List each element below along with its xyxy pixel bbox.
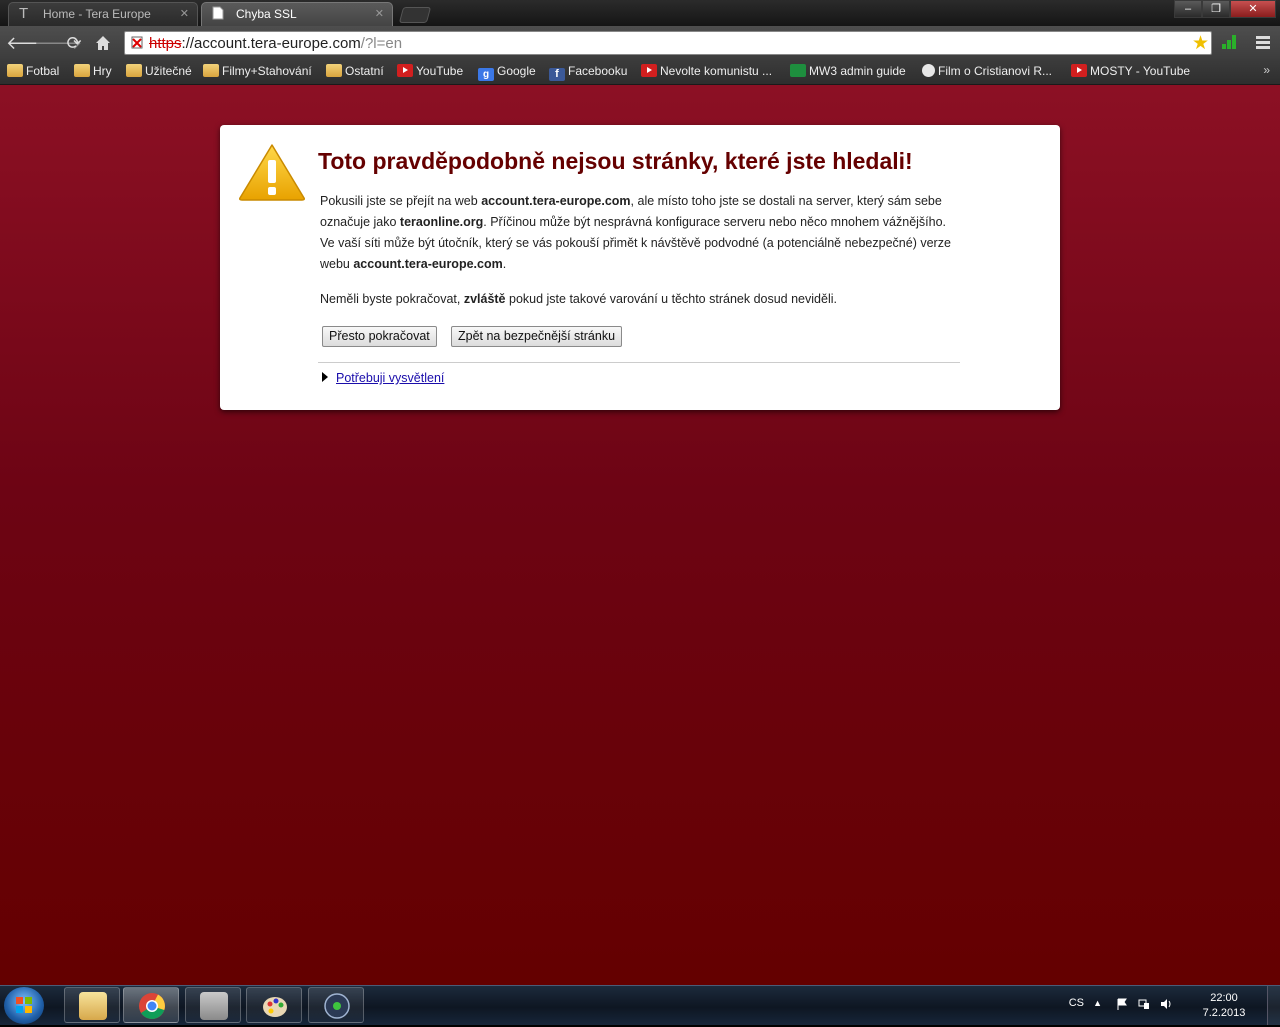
close-window-button[interactable]: ✕ [1230,0,1276,18]
warning-triangle-icon [239,144,305,201]
folder-icon [7,64,23,77]
requested-host: account.tera-europe.com [481,194,631,208]
tab-close-icon[interactable]: ✕ [375,7,384,20]
warning-title: Toto pravděpodobně nejsou stránky, které… [318,148,913,174]
language-indicator[interactable]: CS [1069,997,1084,1009]
warning-advice: Neměli byste pokračovat, zvláště pokud j… [320,292,837,306]
divider [318,362,960,363]
bookmark-film-o-cristianovi[interactable]: Film o Cristianovi R... [922,62,1052,80]
back-to-safety-button[interactable]: Zpět na bezpečnější stránku [451,326,623,347]
windows-taskbar: CS ▲ 22:00 7.2.2013 [0,985,1280,1025]
help-toggle[interactable]: Potřebuji vysvětlení [322,371,444,385]
bookmark-mw3-admin-guide[interactable]: MW3 admin guide [790,62,906,80]
page-icon [212,6,224,24]
network-icon[interactable] [1138,998,1150,1010]
forward-arrow-icon[interactable]: 🡒 [34,32,82,54]
new-tab-button[interactable] [398,7,432,23]
folder-icon [74,64,90,77]
tab-home-tera-europe[interactable]: T Home - Tera Europe ✕ [8,2,198,26]
url-host: ://account.tera-europe.com [181,35,361,52]
certificate-host: teraonline.org [399,215,484,229]
google-icon: g [478,68,494,81]
taskbar-chrome[interactable] [123,987,179,1023]
window-controls: – ❐ ✕ [1174,0,1276,18]
url-text[interactable]: https://account.tera-europe.com/?l=en [149,35,402,52]
reload-icon[interactable]: ⟳ [63,32,85,54]
show-hidden-icons-icon[interactable]: ▲ [1093,998,1102,1008]
requested-host: account.tera-europe.com [353,257,503,271]
bookmarks-bar: Fotbal Hry Užitečné Filmy+Stahování Osta… [0,59,1280,85]
bookmark-star-icon[interactable]: ★ [1192,32,1209,55]
browser-toolbar: 🡐 🡒 ⟳ https://account.tera-europe.com/?l… [0,26,1280,59]
signal-bars-icon[interactable] [1222,35,1238,49]
volume-icon[interactable] [1160,998,1172,1010]
windows-logo-icon [16,997,32,1013]
tab-close-icon[interactable]: ✕ [180,7,189,20]
proceed-anyway-button[interactable]: Přesto pokračovat [322,326,437,347]
robot-icon [200,992,228,1020]
back-arrow-icon[interactable]: 🡐 [6,32,54,54]
taskbar-media-player[interactable] [308,987,364,1023]
action-center-flag-icon[interactable] [1116,998,1128,1010]
youtube-icon [641,64,657,77]
ssl-warning-box: Toto pravděpodobně nejsou stránky, které… [220,125,1060,410]
expand-triangle-icon [322,372,328,382]
paint-palette-icon [263,997,287,1017]
bookmark-filmy-stahovani[interactable]: Filmy+Stahování [203,62,312,80]
folder-icon [126,64,142,77]
help-link[interactable]: Potřebuji vysvětlení [336,371,444,385]
bookmark-mosty-youtube[interactable]: MOSTY - YouTube [1071,62,1190,80]
address-bar[interactable]: https://account.tera-europe.com/?l=en ★ [124,31,1212,55]
show-desktop-button[interactable] [1267,986,1280,1025]
facebook-icon: f [549,68,565,81]
folder-icon [79,992,107,1020]
tab-title: Home - Tera Europe [43,7,151,21]
bookmark-facebooku[interactable]: f Facebooku [549,62,627,81]
bookmark-uzitecne[interactable]: Užitečné [126,62,192,80]
youtube-icon [397,64,413,77]
club-crest-icon [922,64,935,77]
bookmark-nevolte-komunistu[interactable]: Nevolte komunistu ... [641,62,772,80]
clock-time: 22:00 [1210,992,1238,1004]
taskbar-app-robot[interactable] [185,987,241,1023]
url-scheme: https [149,35,182,52]
minimize-button[interactable]: – [1174,0,1202,18]
bookmark-google[interactable]: g Google [478,62,536,81]
spreadsheet-icon [790,64,806,77]
folder-icon [203,64,219,77]
folder-icon [326,64,342,77]
bookmark-hry[interactable]: Hry [74,62,112,80]
bookmarks-overflow-icon[interactable]: » [1263,63,1270,77]
bookmark-fotbal[interactable]: Fotbal [7,62,59,80]
tera-favicon-icon: T [19,5,29,22]
start-button[interactable] [4,987,44,1024]
media-player-icon [324,993,350,1019]
tab-chyba-ssl[interactable]: Chyba SSL ✕ [201,2,393,26]
bookmark-youtube[interactable]: YouTube [397,62,463,80]
menu-icon[interactable] [1256,36,1270,51]
ssl-error-page: Toto pravděpodobně nejsou stránky, které… [0,85,1280,985]
warning-explanation: Pokusili jste se přejít na web account.t… [320,194,951,271]
broken-lock-icon[interactable] [131,36,143,49]
maximize-button[interactable]: ❐ [1202,0,1230,18]
tab-strip: T Home - Tera Europe ✕ Chyba SSL ✕ – ❐ ✕ [0,0,1280,26]
youtube-icon [1071,64,1087,77]
url-path: /?l=en [360,35,403,52]
tab-title: Chyba SSL [236,7,297,21]
taskbar-explorer[interactable] [64,987,120,1023]
chrome-icon [139,993,165,1019]
home-icon[interactable] [92,32,114,54]
clock[interactable]: 22:00 7.2.2013 [1194,991,1254,1021]
bookmark-ostatni[interactable]: Ostatní [326,62,384,80]
taskbar-paint[interactable] [246,987,302,1023]
clock-date: 7.2.2013 [1202,1007,1246,1019]
